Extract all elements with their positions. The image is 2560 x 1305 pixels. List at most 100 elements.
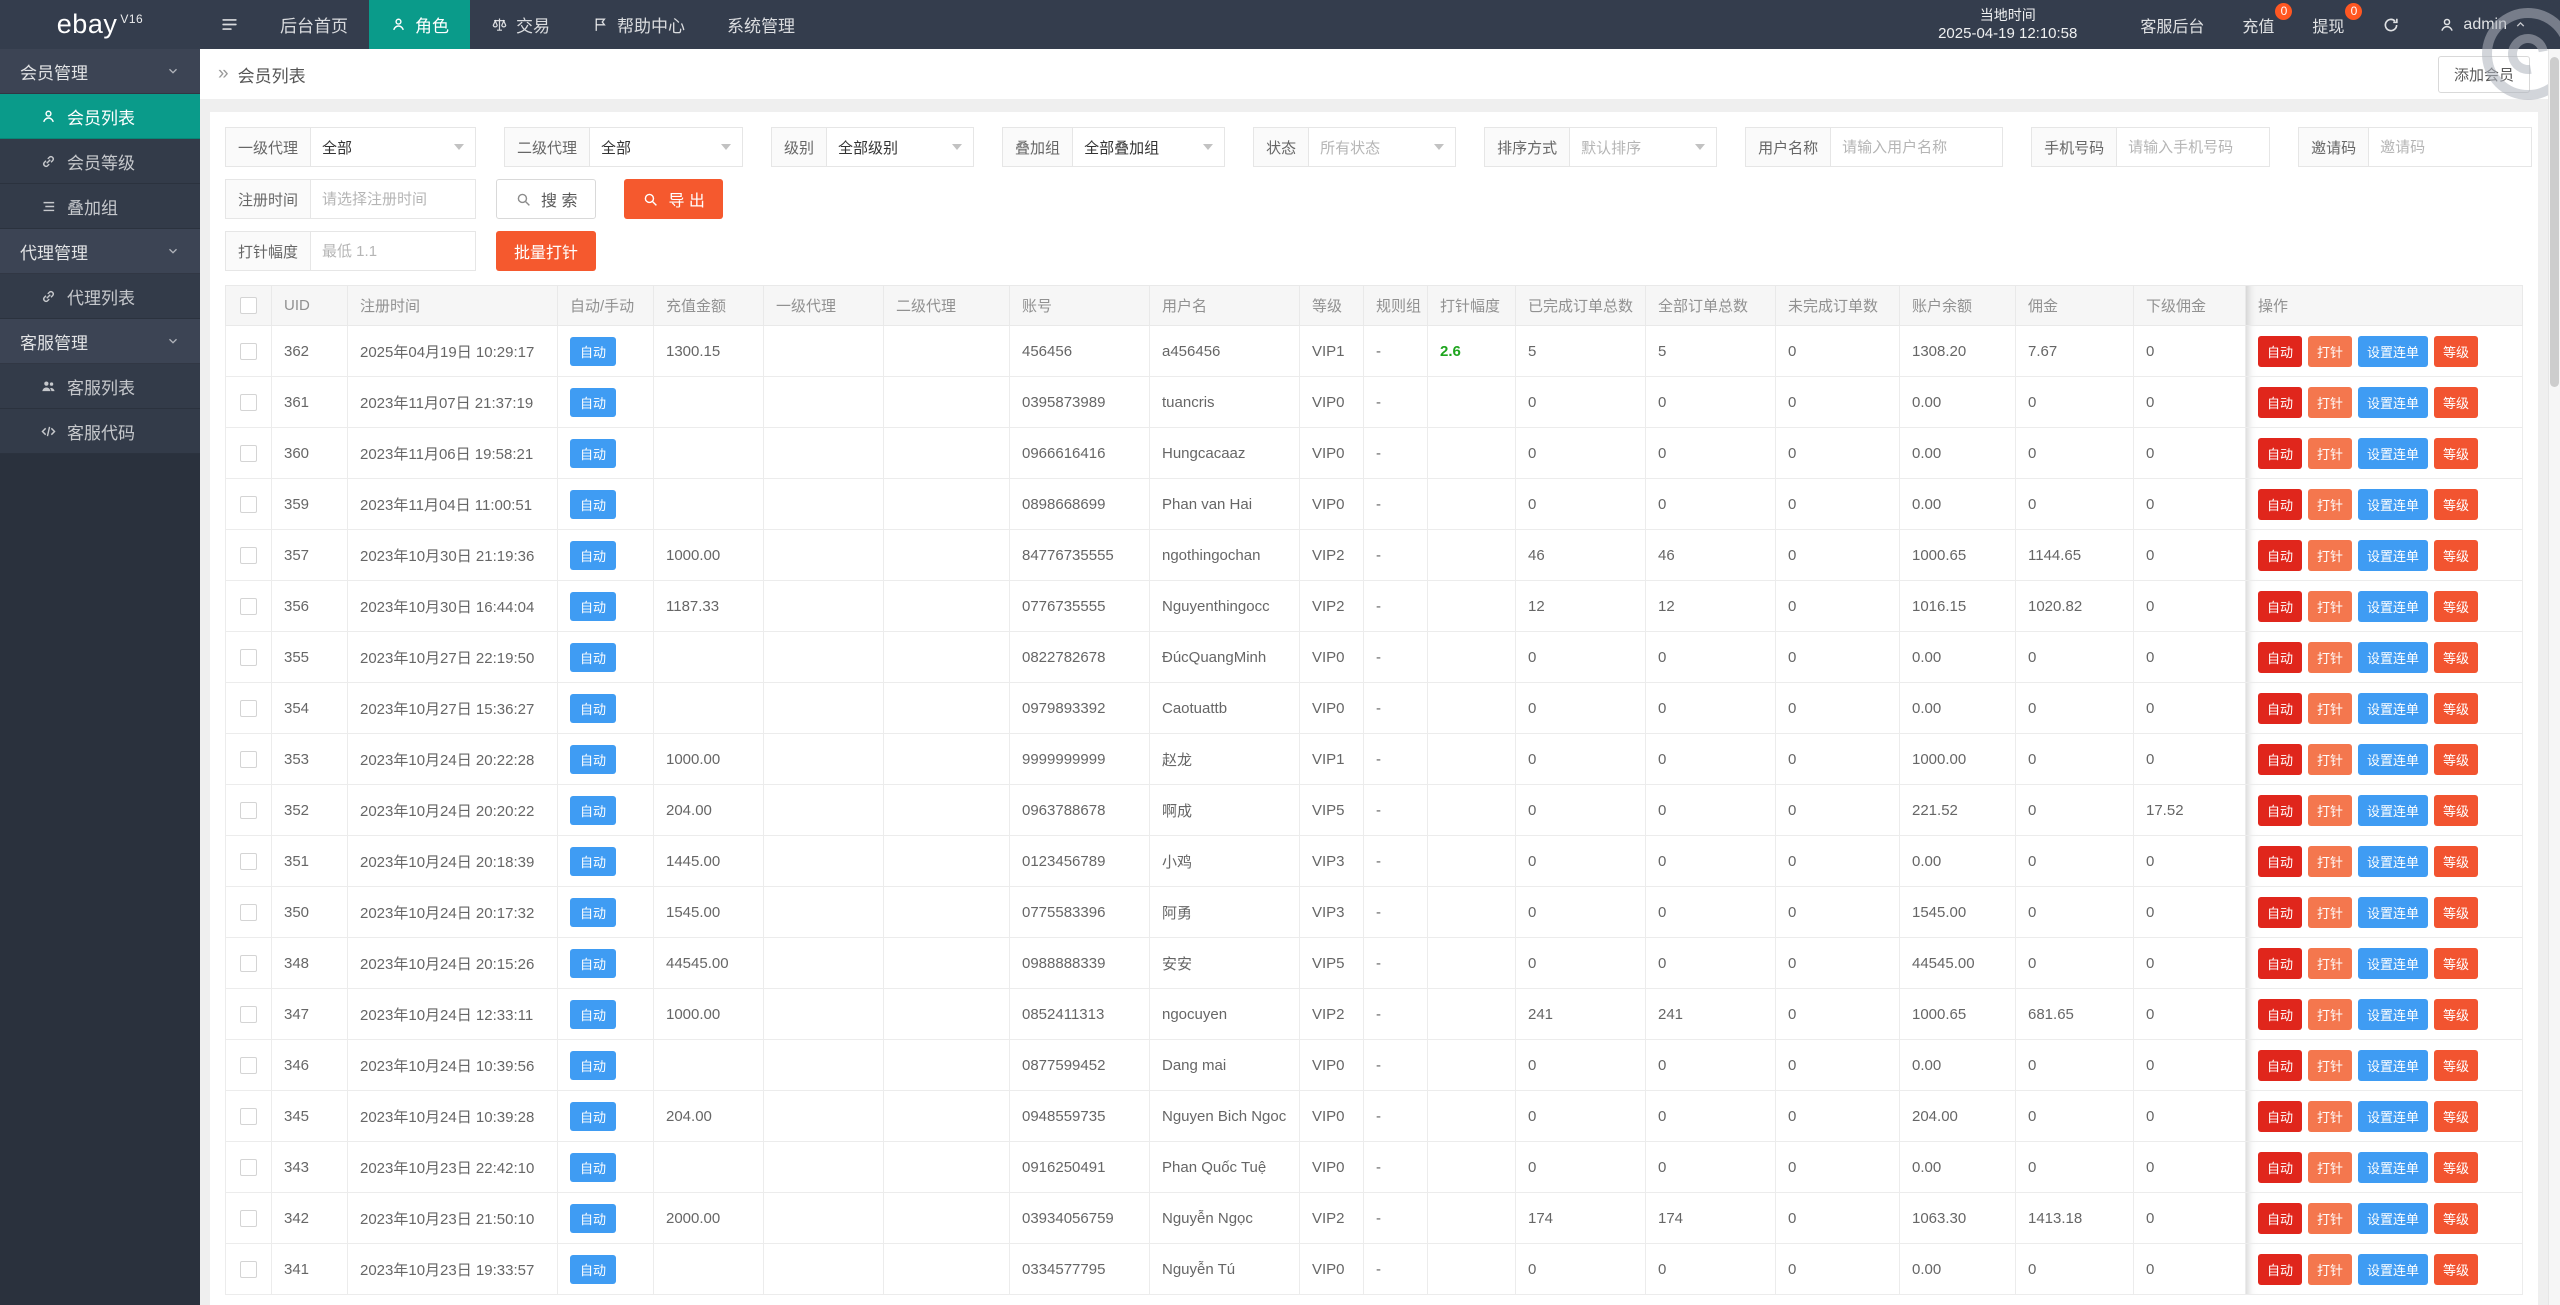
- row-level-button[interactable]: 等级: [2434, 335, 2479, 367]
- row-needle-button[interactable]: 打针: [2308, 845, 2353, 877]
- withdraw-link[interactable]: 提现 0: [2293, 0, 2363, 49]
- row-level-button[interactable]: 等级: [2434, 437, 2479, 469]
- sidebar-group-member[interactable]: 会员管理: [0, 49, 200, 94]
- auto-mode-badge[interactable]: 自动: [570, 489, 617, 519]
- sidebar-item-member-level[interactable]: 会员等级: [0, 139, 200, 184]
- row-checkbox[interactable]: [240, 1107, 257, 1125]
- auto-mode-badge[interactable]: 自动: [570, 1050, 617, 1080]
- row-checkbox[interactable]: [240, 1209, 257, 1227]
- sidebar-group-agent[interactable]: 代理管理: [0, 229, 200, 274]
- row-checkbox[interactable]: [240, 699, 257, 717]
- topnav-help[interactable]: 帮助中心: [571, 0, 706, 49]
- row-level-button[interactable]: 等级: [2434, 386, 2479, 418]
- filter-level-select[interactable]: 全部级别: [826, 127, 975, 167]
- row-checkbox[interactable]: [240, 1005, 257, 1023]
- row-set-chain-button[interactable]: 设置连单: [2358, 437, 2429, 469]
- row-needle-button[interactable]: 打针: [2308, 437, 2353, 469]
- row-checkbox[interactable]: [240, 750, 257, 768]
- row-level-button[interactable]: 等级: [2434, 794, 2479, 826]
- row-needle-button[interactable]: 打针: [2308, 743, 2353, 775]
- row-checkbox[interactable]: [240, 342, 257, 360]
- row-auto-button[interactable]: 自动: [2258, 335, 2303, 367]
- row-checkbox[interactable]: [240, 852, 257, 870]
- topnav-home[interactable]: 后台首页: [259, 0, 369, 49]
- service-backend-link[interactable]: 客服后台: [2121, 0, 2223, 49]
- auto-mode-badge[interactable]: 自动: [570, 999, 617, 1029]
- row-auto-button[interactable]: 自动: [2258, 794, 2303, 826]
- needle-range-input[interactable]: [310, 231, 477, 271]
- sidebar-item-service-list[interactable]: 客服列表: [0, 364, 200, 409]
- auto-mode-badge[interactable]: 自动: [570, 540, 617, 570]
- row-needle-button[interactable]: 打针: [2308, 896, 2353, 928]
- row-level-button[interactable]: 等级: [2434, 743, 2479, 775]
- row-set-chain-button[interactable]: 设置连单: [2358, 1100, 2429, 1132]
- row-needle-button[interactable]: 打针: [2308, 488, 2353, 520]
- row-needle-button[interactable]: 打针: [2308, 692, 2353, 724]
- row-set-chain-button[interactable]: 设置连单: [2358, 590, 2429, 622]
- row-needle-button[interactable]: 打针: [2308, 539, 2353, 571]
- topnav-trade[interactable]: 交易: [470, 0, 571, 49]
- row-auto-button[interactable]: 自动: [2258, 1202, 2303, 1234]
- row-checkbox[interactable]: [240, 1260, 257, 1278]
- auto-mode-badge[interactable]: 自动: [570, 948, 617, 978]
- row-needle-button[interactable]: 打针: [2308, 947, 2353, 979]
- row-auto-button[interactable]: 自动: [2258, 1253, 2303, 1285]
- row-level-button[interactable]: 等级: [2434, 947, 2479, 979]
- search-button[interactable]: 搜 索: [496, 179, 597, 219]
- row-checkbox[interactable]: [240, 1056, 257, 1074]
- sidebar-item-overlay-group[interactable]: 叠加组: [0, 184, 200, 229]
- row-level-button[interactable]: 等级: [2434, 1100, 2479, 1132]
- row-checkbox[interactable]: [240, 495, 257, 513]
- row-auto-button[interactable]: 自动: [2258, 845, 2303, 877]
- row-set-chain-button[interactable]: 设置连单: [2358, 488, 2429, 520]
- filter-overlay-select[interactable]: 全部叠加组: [1072, 127, 1226, 167]
- topnav-system[interactable]: 系统管理: [706, 0, 816, 49]
- row-auto-button[interactable]: 自动: [2258, 692, 2303, 724]
- select-all-checkbox[interactable]: [240, 297, 257, 314]
- recharge-link[interactable]: 充值 0: [2223, 0, 2293, 49]
- row-set-chain-button[interactable]: 设置连单: [2358, 1202, 2429, 1234]
- row-auto-button[interactable]: 自动: [2258, 947, 2303, 979]
- phone-input[interactable]: [2116, 127, 2271, 167]
- row-auto-button[interactable]: 自动: [2258, 1100, 2303, 1132]
- filter-agent1-select[interactable]: 全部: [310, 127, 477, 167]
- topnav-role[interactable]: 角色: [369, 0, 470, 49]
- row-level-button[interactable]: 等级: [2434, 896, 2479, 928]
- auto-mode-badge[interactable]: 自动: [570, 1101, 617, 1131]
- row-set-chain-button[interactable]: 设置连单: [2358, 641, 2429, 673]
- row-needle-button[interactable]: 打针: [2308, 1049, 2353, 1081]
- row-level-button[interactable]: 等级: [2434, 641, 2479, 673]
- invite-code-input[interactable]: [2368, 127, 2533, 167]
- row-checkbox[interactable]: [240, 546, 257, 564]
- row-needle-button[interactable]: 打针: [2308, 1151, 2353, 1183]
- row-set-chain-button[interactable]: 设置连单: [2358, 947, 2429, 979]
- row-level-button[interactable]: 等级: [2434, 1151, 2479, 1183]
- row-needle-button[interactable]: 打针: [2308, 998, 2353, 1030]
- row-auto-button[interactable]: 自动: [2258, 743, 2303, 775]
- auto-mode-badge[interactable]: 自动: [570, 795, 617, 825]
- row-auto-button[interactable]: 自动: [2258, 998, 2303, 1030]
- auto-mode-badge[interactable]: 自动: [570, 387, 617, 417]
- row-checkbox[interactable]: [240, 648, 257, 666]
- row-needle-button[interactable]: 打针: [2308, 641, 2353, 673]
- auto-mode-badge[interactable]: 自动: [570, 846, 617, 876]
- row-checkbox[interactable]: [240, 597, 257, 615]
- export-button[interactable]: 导 出: [624, 179, 723, 219]
- row-level-button[interactable]: 等级: [2434, 1049, 2479, 1081]
- row-checkbox[interactable]: [240, 1158, 257, 1176]
- row-set-chain-button[interactable]: 设置连单: [2358, 743, 2429, 775]
- scrollbar-thumb[interactable]: [2550, 57, 2559, 387]
- row-checkbox[interactable]: [240, 903, 257, 921]
- auto-mode-badge[interactable]: 自动: [570, 1203, 617, 1233]
- row-set-chain-button[interactable]: 设置连单: [2358, 1151, 2429, 1183]
- row-checkbox[interactable]: [240, 444, 257, 462]
- batch-needle-button[interactable]: 批量打针: [496, 231, 597, 271]
- scrollbar[interactable]: [2548, 49, 2560, 1305]
- auto-mode-badge[interactable]: 自动: [570, 336, 617, 366]
- auto-mode-badge[interactable]: 自动: [570, 1254, 617, 1284]
- row-level-button[interactable]: 等级: [2434, 845, 2479, 877]
- row-auto-button[interactable]: 自动: [2258, 1049, 2303, 1081]
- menu-toggle-button[interactable]: [200, 0, 259, 49]
- filter-status-select[interactable]: 所有状态: [1308, 127, 1457, 167]
- row-set-chain-button[interactable]: 设置连单: [2358, 692, 2429, 724]
